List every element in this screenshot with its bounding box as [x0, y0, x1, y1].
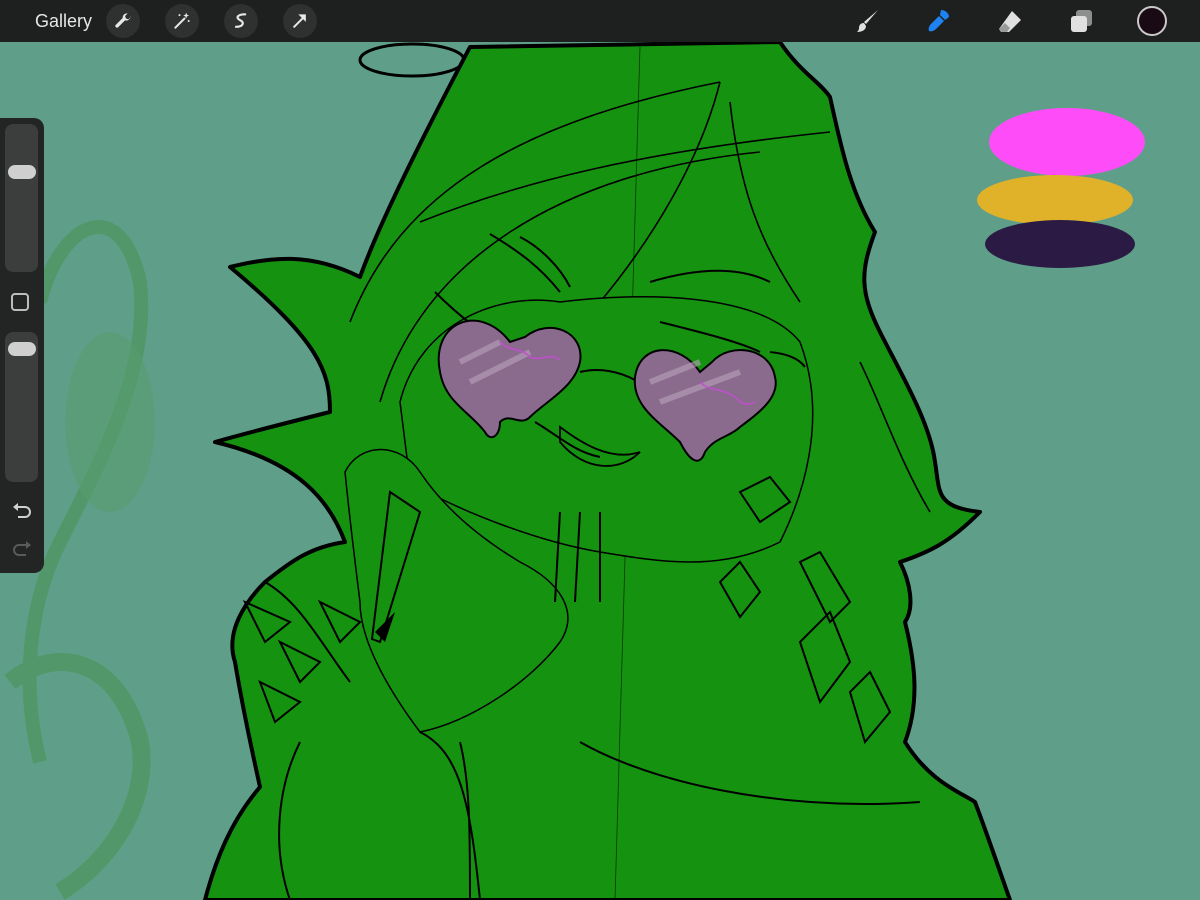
opacity-slider[interactable]	[5, 332, 38, 482]
brush-icon	[857, 10, 878, 32]
transform-arrow-icon	[293, 14, 306, 28]
palette-swatch-pink	[989, 108, 1145, 176]
undo-button[interactable]	[10, 501, 34, 523]
adjustments-button[interactable]	[165, 4, 200, 38]
selection-button[interactable]	[224, 4, 259, 38]
palette-swatch-gold	[977, 175, 1133, 225]
opacity-thumb[interactable]	[8, 341, 36, 356]
color-palette	[977, 108, 1145, 268]
layers-icon	[1071, 10, 1092, 32]
brush-size-thumb[interactable]	[8, 165, 36, 180]
color-button[interactable]	[1132, 1, 1172, 41]
smudge-icon	[928, 10, 949, 32]
current-color-swatch	[1137, 6, 1167, 36]
actions-button[interactable]	[106, 4, 141, 38]
top-toolbar: Gallery	[0, 0, 1200, 42]
brush-button[interactable]	[848, 1, 888, 41]
transform-button[interactable]	[283, 4, 318, 38]
eraser-button[interactable]	[990, 1, 1030, 41]
modify-button[interactable]	[11, 293, 29, 311]
brush-size-slider[interactable]	[5, 124, 38, 272]
right-toolbar	[817, 0, 1200, 42]
selection-icon	[234, 13, 247, 28]
undo-icon	[13, 503, 31, 518]
left-sidebar	[0, 118, 44, 573]
drawing-canvas[interactable]	[0, 42, 1200, 900]
eraser-icon	[999, 11, 1021, 32]
palette-swatch-dark-purple	[985, 220, 1135, 268]
smudge-button[interactable]	[919, 1, 959, 41]
redo-icon	[13, 541, 31, 556]
redo-button[interactable]	[10, 539, 34, 561]
layers-button[interactable]	[1061, 1, 1101, 41]
gallery-button[interactable]: Gallery	[35, 11, 92, 32]
magic-wand-icon	[174, 12, 190, 29]
wrench-icon	[115, 13, 131, 28]
